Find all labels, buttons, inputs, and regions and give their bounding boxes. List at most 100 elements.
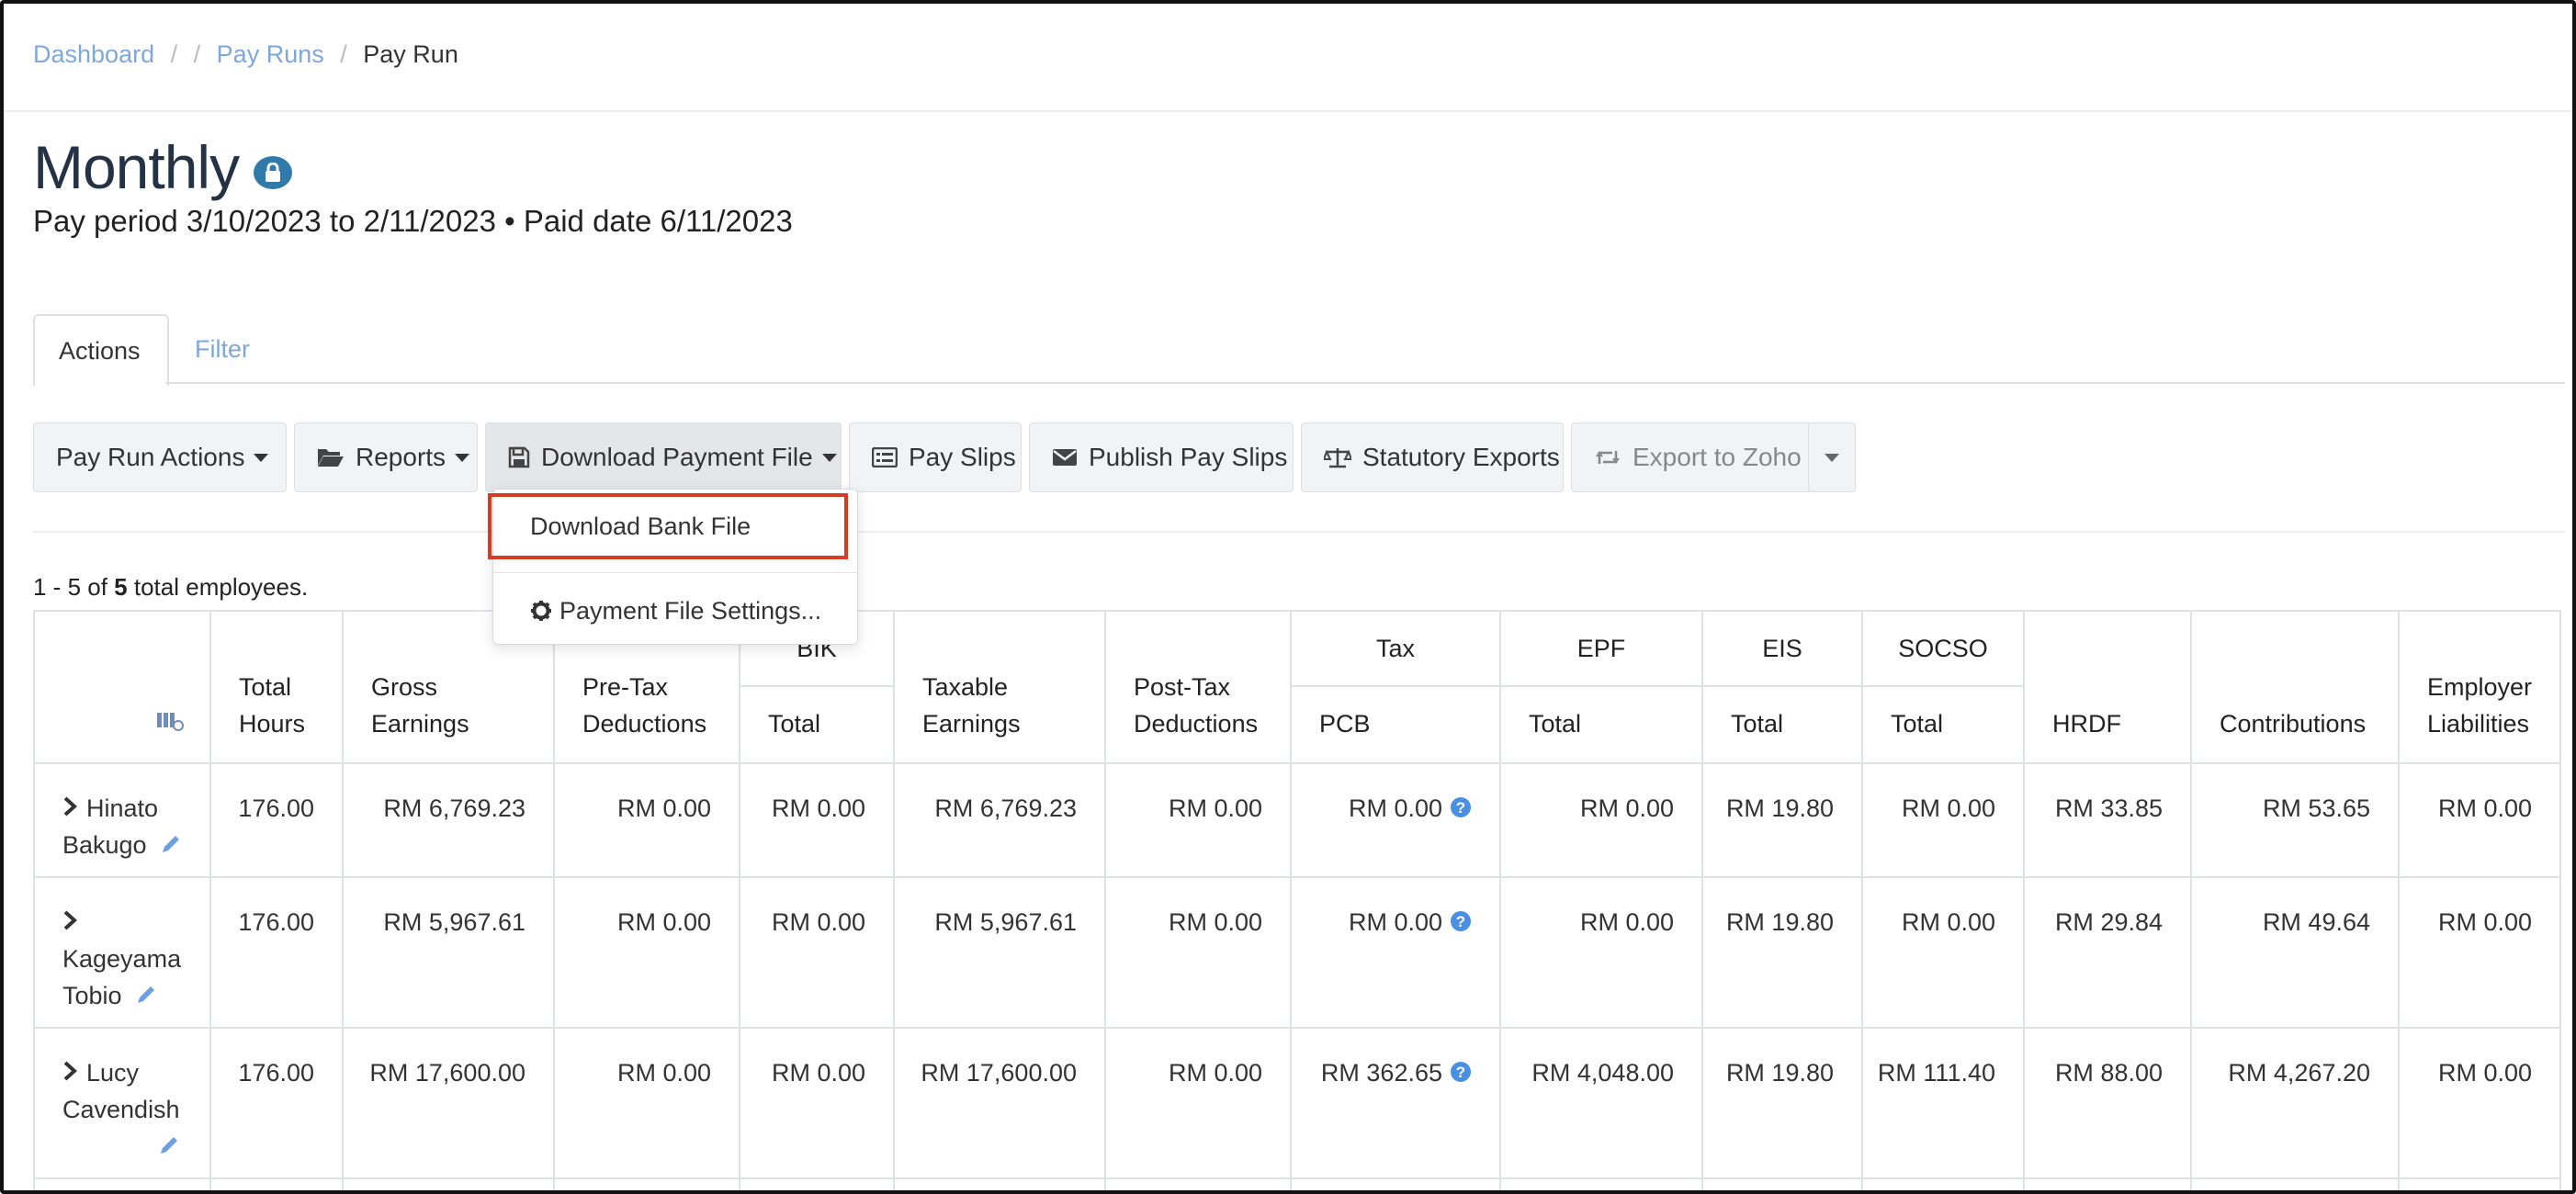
cell-hrdf: RM 33.85	[2023, 762, 2192, 878]
header-taxable-earnings[interactable]: Taxable Earnings	[893, 610, 1106, 764]
pay-run-actions-label: Pay Run Actions	[56, 443, 245, 471]
help-icon[interactable]: ?	[1450, 792, 1472, 828]
breadcrumb-separator: /	[193, 40, 201, 68]
cell-pcb: RM 0.00?	[1290, 876, 1501, 1029]
header-bik-total[interactable]: Total	[739, 685, 895, 764]
cell-socso-total: RM 111.40	[1861, 1027, 2025, 1179]
header-hrdf[interactable]: HRDF	[2023, 610, 2192, 764]
cell-taxable-earnings: RM 17,600.00	[893, 1027, 1106, 1179]
lock-icon	[254, 156, 292, 189]
header-divider	[4, 110, 2572, 112]
cell-post-tax-deductions: RM 0.00	[1104, 1027, 1292, 1179]
pay-slips-button[interactable]: Pay Slips	[849, 422, 1022, 492]
download-payment-file-menu: Download Bank File Payment File Settings…	[488, 489, 858, 645]
download-payment-file-button[interactable]: Download Payment File	[485, 422, 842, 492]
pencil-icon[interactable]	[160, 828, 182, 865]
list-alt-icon	[872, 447, 898, 467]
cell-pre-tax-deductions: RM 0.00	[553, 876, 740, 1029]
employee-name[interactable]: Kageyama Tobio	[62, 945, 181, 1009]
pencil-icon[interactable]	[158, 1130, 180, 1166]
header-pcb[interactable]: PCB	[1290, 685, 1501, 764]
header-post-tax-deductions[interactable]: Post-Tax Deductions	[1104, 610, 1292, 764]
chevron-down-icon	[254, 453, 269, 462]
header-socso-total[interactable]: Total	[1861, 685, 2025, 764]
floppy-disk-icon	[508, 446, 530, 468]
header-epf-total[interactable]: Total	[1499, 685, 1703, 764]
cell-bik-total: RM 0.00	[739, 876, 895, 1029]
reports-label: Reports	[356, 443, 446, 471]
envelope-icon	[1052, 447, 1078, 467]
table-header-row: Total Hours Gross Earnings Pre-Tax Deduc…	[33, 610, 2562, 764]
chevron-right-icon[interactable]	[62, 904, 77, 941]
download-bank-file-item[interactable]: Download Bank File	[488, 493, 848, 559]
balance-scale-icon	[1324, 446, 1351, 468]
cell-bik-total: RM 0.00	[739, 762, 895, 878]
cell-gross-earnings: RM 17,600.00	[342, 1027, 555, 1179]
cell-hrdf: RM 88.00	[2023, 1027, 2192, 1179]
cell-employer-liabilities: RM 0.00	[2397, 1027, 2562, 1179]
header-contributions[interactable]: Contributions	[2190, 610, 2400, 764]
reports-button[interactable]: Reports	[294, 422, 478, 492]
download-payment-file-label: Download Payment File	[541, 443, 813, 471]
cell-pcb: RM 0.00?	[1290, 762, 1501, 878]
count-number: 5	[114, 573, 128, 601]
cell-total-hours: 176.00	[209, 876, 344, 1029]
retweet-icon	[1594, 447, 1621, 467]
employee-name-cell: Lucy Cavendish	[33, 1027, 211, 1179]
cell-pcb: RM 362.65?	[1290, 1027, 1501, 1179]
cell-epf-total: RM 0.00	[1499, 762, 1703, 878]
pay-period-subtitle: Pay period 3/10/2023 to 2/11/2023 • Paid…	[33, 204, 793, 238]
chevron-right-icon[interactable]	[62, 790, 77, 827]
pcb-value: RM 362.65	[1320, 1059, 1442, 1087]
statutory-exports-label: Statutory Exports	[1362, 443, 1560, 471]
publish-pay-slips-button[interactable]: Publish Pay Slips	[1029, 422, 1294, 492]
payment-file-settings-item[interactable]: Payment File Settings...	[493, 591, 857, 631]
columns-icon[interactable]	[156, 705, 184, 742]
employee-name[interactable]: Lucy Cavendish	[62, 1059, 180, 1123]
cell-epf-total: RM 0.00	[1499, 876, 1703, 1029]
svg-text:?: ?	[1456, 913, 1465, 930]
table-row: Kageyama Tobio 176.00 RM 5,967.61 RM 0.0…	[33, 876, 2562, 1029]
toolbar-divider	[33, 531, 2565, 533]
breadcrumb: Dashboard / / Pay Runs / Pay Run	[33, 40, 458, 69]
breadcrumb-separator: /	[170, 40, 178, 68]
header-eis-total[interactable]: Total	[1701, 685, 1863, 764]
cell-eis-total: RM 19.80	[1701, 876, 1863, 1029]
header-group-socso: SOCSO	[1861, 610, 2025, 687]
employee-name-cell: Hinato Bakugo	[33, 762, 211, 878]
cell-socso-total: RM 0.00	[1861, 876, 2025, 1029]
pencil-icon[interactable]	[135, 979, 157, 1016]
tab-filter[interactable]: Filter	[171, 314, 274, 384]
svg-text:?: ?	[1456, 1064, 1465, 1081]
pcb-value: RM 0.00	[1348, 908, 1442, 936]
pay-run-actions-button[interactable]: Pay Run Actions	[33, 422, 287, 492]
cell-eis-total: RM 19.80	[1701, 1027, 1863, 1179]
cell-gross-earnings: RM 5,967.61	[342, 876, 555, 1029]
table-row: Lucy Cavendish 176.00 RM 17,600.00 RM 0.…	[33, 1027, 2562, 1179]
pay-run-table: Total Hours Gross Earnings Pre-Tax Deduc…	[33, 610, 2562, 1190]
export-to-zoho-dropdown-toggle[interactable]	[1808, 422, 1856, 492]
header-total-hours[interactable]: Total Hours	[209, 610, 344, 764]
help-icon[interactable]: ?	[1450, 906, 1472, 942]
cell-contributions: RM 4,267.20	[2190, 1027, 2400, 1179]
cell-pre-tax-deductions: RM 0.00	[553, 1027, 740, 1179]
cell-socso-total: RM 0.00	[1861, 762, 2025, 878]
statutory-exports-button[interactable]: Statutory Exports	[1301, 422, 1564, 492]
chevron-right-icon[interactable]	[62, 1054, 77, 1091]
page-title: Monthly	[33, 133, 240, 201]
header-employer-liabilities[interactable]: Employer Liabilities	[2397, 610, 2562, 764]
payment-file-settings-label: Payment File Settings...	[559, 597, 822, 625]
employee-name-cell: Kageyama Tobio	[33, 876, 211, 1029]
tab-actions[interactable]: Actions	[33, 314, 169, 386]
help-icon[interactable]: ?	[1450, 1056, 1472, 1093]
publish-pay-slips-label: Publish Pay Slips	[1089, 443, 1288, 471]
cell-eis-total: RM 19.80	[1701, 762, 1863, 878]
count-prefix: 1 - 5 of	[33, 573, 107, 601]
tabs-divider	[165, 382, 2565, 384]
cell-taxable-earnings: RM 6,769.23	[893, 762, 1106, 878]
cell-contributions: RM 53.65	[2190, 762, 2400, 878]
folder-open-icon	[317, 446, 345, 468]
export-to-zoho-button[interactable]: Export to Zoho	[1571, 422, 1812, 492]
breadcrumb-pay-runs-link[interactable]: Pay Runs	[217, 40, 324, 68]
breadcrumb-dashboard-link[interactable]: Dashboard	[33, 40, 154, 68]
